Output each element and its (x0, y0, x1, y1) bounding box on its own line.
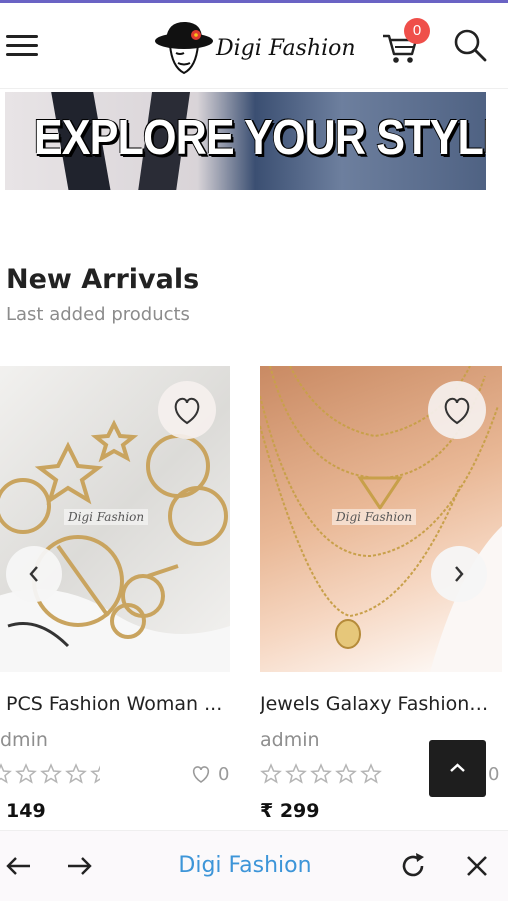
rating-stars (0, 763, 112, 785)
chevron-right-icon (455, 566, 464, 582)
carousel-next-button[interactable] (431, 546, 487, 602)
product-price: ₹ 299 (260, 800, 320, 822)
banner-headline: EXPLORE YOUR STYLE (33, 111, 486, 165)
section-title: New Arrivals (6, 264, 200, 295)
heart-icon (444, 397, 470, 425)
promo-banner[interactable]: EXPLORE YOUR STYLE (5, 92, 486, 190)
product-author: admin (260, 729, 320, 751)
like-count-value: 0 (218, 764, 230, 785)
product-image[interactable]: Digi Fashion (0, 366, 230, 672)
menu-icon[interactable] (6, 31, 40, 59)
app-header: Digi Fashion 0 (0, 3, 508, 89)
brand-name: Digi Fashion (216, 36, 356, 61)
chevron-left-icon (29, 566, 38, 582)
like-count[interactable]: 0 (488, 764, 499, 785)
star-icon (0, 763, 112, 784)
product-card[interactable]: Digi Fashion PCS Fashion Woman ... dmin (0, 366, 230, 836)
product-image[interactable]: Digi Fashion (260, 366, 502, 672)
like-count-value: 0 (488, 764, 500, 785)
watermark: Digi Fashion (332, 509, 417, 525)
brand-logo[interactable]: Digi Fashion (154, 19, 356, 79)
cart-count-badge: 0 (404, 18, 430, 44)
close-icon[interactable] (460, 849, 494, 883)
product-author: dmin (0, 729, 48, 751)
refresh-icon[interactable] (396, 849, 430, 883)
wishlist-button[interactable] (428, 381, 486, 439)
wishlist-button[interactable] (158, 381, 216, 439)
product-title[interactable]: Jewels Galaxy Fashiona... (260, 693, 498, 715)
chevron-up-icon (450, 763, 465, 772)
heart-icon (174, 397, 200, 425)
product-title[interactable]: PCS Fashion Woman ... (6, 693, 228, 715)
rating-stars (260, 763, 388, 785)
product-price: 149 (6, 800, 46, 822)
heart-icon (192, 766, 210, 783)
search-icon[interactable] (450, 25, 490, 65)
carousel-prev-button[interactable] (6, 546, 62, 602)
star-icon (260, 763, 382, 784)
section-subtitle: Last added products (6, 304, 190, 325)
like-count[interactable]: 0 (190, 764, 229, 785)
watermark: Digi Fashion (64, 509, 149, 525)
hat-woman-icon (155, 21, 213, 75)
scroll-to-top-button[interactable] (429, 740, 486, 797)
bottom-nav-bar: Digi Fashion (0, 830, 508, 901)
